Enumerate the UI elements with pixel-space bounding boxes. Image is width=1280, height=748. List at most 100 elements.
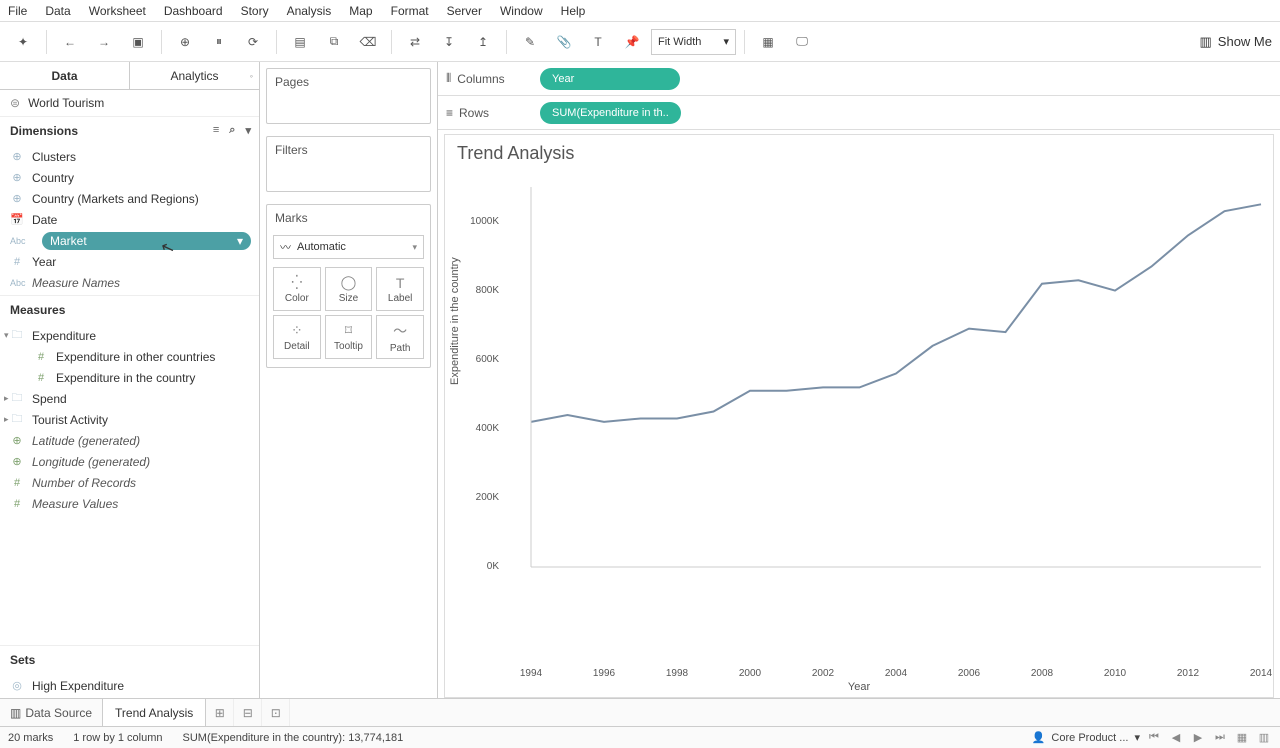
next-icon[interactable]: ▶ (1190, 731, 1206, 744)
menu-window[interactable]: Window (500, 4, 543, 18)
x-tick: 1996 (593, 668, 615, 679)
rows-pill-expenditure[interactable]: SUM(Expenditure in th.. (540, 102, 681, 124)
swap-icon[interactable]: ⇄ (400, 27, 430, 57)
new-worksheet-icon[interactable]: ▤ (285, 27, 315, 57)
back-icon[interactable]: ← (55, 27, 85, 57)
status-sum: SUM(Expenditure in the country): 13,774,… (183, 732, 404, 744)
pin-icon[interactable]: 📌 (617, 27, 647, 57)
field-exp-other[interactable]: #Expenditure in other countries (0, 346, 259, 367)
field-date[interactable]: 📅Date (0, 209, 259, 230)
expander-open-icon[interactable]: ▾ (4, 330, 9, 341)
forward-icon[interactable]: → (89, 27, 119, 57)
field-country[interactable]: ⊕Country (0, 167, 259, 188)
clear-icon[interactable]: ⌫ (353, 27, 383, 57)
menu-dashboard[interactable]: Dashboard (164, 4, 223, 18)
logo-icon[interactable]: ✦ (8, 27, 38, 57)
pages-shelf[interactable]: Pages (266, 68, 431, 124)
highlight-icon[interactable]: ✎ (515, 27, 545, 57)
menu-story[interactable]: Story (241, 4, 269, 18)
columns-shelf[interactable]: ⦀Columns Year (438, 62, 1280, 96)
y-tick: 0K (455, 561, 499, 572)
field-market[interactable]: Abc Market▾ ↖ (0, 230, 259, 251)
field-clusters[interactable]: ⊕Clusters (0, 146, 259, 167)
menu-analysis[interactable]: Analysis (287, 4, 332, 18)
search-icon[interactable]: ⌕ (229, 124, 235, 137)
sort-asc-icon[interactable]: ↧ (434, 27, 464, 57)
field-country-markets[interactable]: ⊕Country (Markets and Regions) (0, 188, 259, 209)
dashboard-icon[interactable]: ▦ (753, 27, 783, 57)
menu-help[interactable]: Help (561, 4, 586, 18)
tab-data[interactable]: Data (0, 62, 130, 89)
x-tick: 2010 (1104, 668, 1126, 679)
menu-file[interactable]: File (8, 4, 27, 18)
new-dashboard-tab-icon[interactable]: ⊟ (234, 699, 262, 726)
prev-icon[interactable]: ◀ (1168, 731, 1184, 744)
field-market-pill[interactable]: Market▾ (42, 232, 251, 250)
label-icon[interactable]: T (583, 27, 613, 57)
filters-shelf[interactable]: Filters (266, 136, 431, 192)
field-longitude[interactable]: ⊕Longitude (generated) (0, 451, 259, 472)
last-icon[interactable]: ⏭ (1212, 731, 1228, 744)
new-datasource-icon[interactable]: ⊕ (170, 27, 200, 57)
expander-closed-icon[interactable]: ▸ (4, 414, 9, 425)
mark-label[interactable]: TLabel (376, 267, 424, 311)
duplicate-icon[interactable]: ⧉ (319, 27, 349, 57)
viz-canvas[interactable]: Trend Analysis Expenditure in the countr… (444, 134, 1274, 698)
cards-pane: Pages Filters Marks 〰 Automatic ▾ ⁛Color… (260, 62, 438, 698)
size-icon: ◯ (341, 274, 357, 291)
field-year[interactable]: #Year (0, 251, 259, 272)
measures-header: Measures (0, 295, 259, 323)
show-me-button[interactable]: ▥ Show Me (1200, 34, 1273, 50)
new-story-tab-icon[interactable]: ⊡ (262, 699, 290, 726)
field-expenditure-folder[interactable]: ▾🗀Expenditure (0, 325, 259, 346)
grid-view-icon[interactable]: ▦ (1234, 731, 1250, 744)
first-icon[interactable]: ⏮ (1146, 731, 1162, 744)
field-measure-names[interactable]: AbcMeasure Names (0, 272, 259, 293)
menu-format[interactable]: Format (391, 4, 429, 18)
field-num-records[interactable]: #Number of Records (0, 472, 259, 493)
menu-data[interactable]: Data (45, 4, 70, 18)
sort-desc-icon[interactable]: ↥ (468, 27, 498, 57)
mark-path[interactable]: 〜Path (376, 315, 424, 359)
refresh-icon[interactable]: ⟳ (238, 27, 268, 57)
mark-type-dropdown[interactable]: 〰 Automatic ▾ (273, 235, 424, 259)
menu-server[interactable]: Server (447, 4, 482, 18)
sheet-tab-trend[interactable]: Trend Analysis (102, 699, 206, 726)
calendar-icon: 📅 (10, 213, 24, 226)
folder-icon: 🗀 (10, 389, 24, 408)
columns-pill-year[interactable]: Year (540, 68, 680, 90)
pause-data-icon[interactable]: ⏸ (204, 27, 234, 57)
fit-dropdown[interactable]: Fit Width▾ (651, 29, 736, 55)
menu-map[interactable]: Map (349, 4, 372, 18)
field-tourist-folder[interactable]: ▸🗀Tourist Activity (0, 409, 259, 430)
group-icon[interactable]: 📎 (549, 27, 579, 57)
presentation-icon[interactable]: 🖵 (787, 27, 817, 57)
datasource-item[interactable]: ⊜ World Tourism (0, 90, 259, 116)
field-exp-country[interactable]: #Expenditure in the country (0, 367, 259, 388)
mark-detail[interactable]: ⁘Detail (273, 315, 321, 359)
mark-size[interactable]: ◯Size (325, 267, 373, 311)
viz-title[interactable]: Trend Analysis (457, 143, 574, 164)
datasource-tab[interactable]: ▥Data Source (0, 706, 102, 720)
menu-worksheet[interactable]: Worksheet (89, 4, 146, 18)
sets-header: Sets (0, 645, 259, 673)
filmstrip-icon[interactable]: ▥ (1256, 731, 1272, 744)
field-measure-values[interactable]: #Measure Values (0, 493, 259, 514)
mark-tooltip[interactable]: ⌑Tooltip (325, 315, 373, 359)
show-me-label: Show Me (1218, 34, 1272, 49)
chevron-down-icon[interactable]: ▾ (237, 234, 243, 248)
new-worksheet-tab-icon[interactable]: ⊞ (206, 699, 234, 726)
globe-icon: ⊕ (10, 150, 24, 163)
expander-closed-icon[interactable]: ▸ (4, 393, 9, 404)
mark-color[interactable]: ⁛Color (273, 267, 321, 311)
field-high-expenditure[interactable]: ◎High Expenditure (0, 675, 259, 696)
save-icon[interactable]: ▣ (123, 27, 153, 57)
x-tick: 1994 (520, 668, 542, 679)
rows-shelf[interactable]: ≡Rows SUM(Expenditure in th.. (438, 96, 1280, 130)
field-spend-folder[interactable]: ▸🗀Spend (0, 388, 259, 409)
status-product[interactable]: Core Product ... (1051, 732, 1128, 744)
field-latitude[interactable]: ⊕Latitude (generated) (0, 430, 259, 451)
tab-analytics[interactable]: Analytics◦ (130, 62, 259, 89)
menu-chevron-icon[interactable]: ▾ (245, 124, 251, 137)
list-view-icon[interactable]: ≡ (213, 124, 219, 137)
